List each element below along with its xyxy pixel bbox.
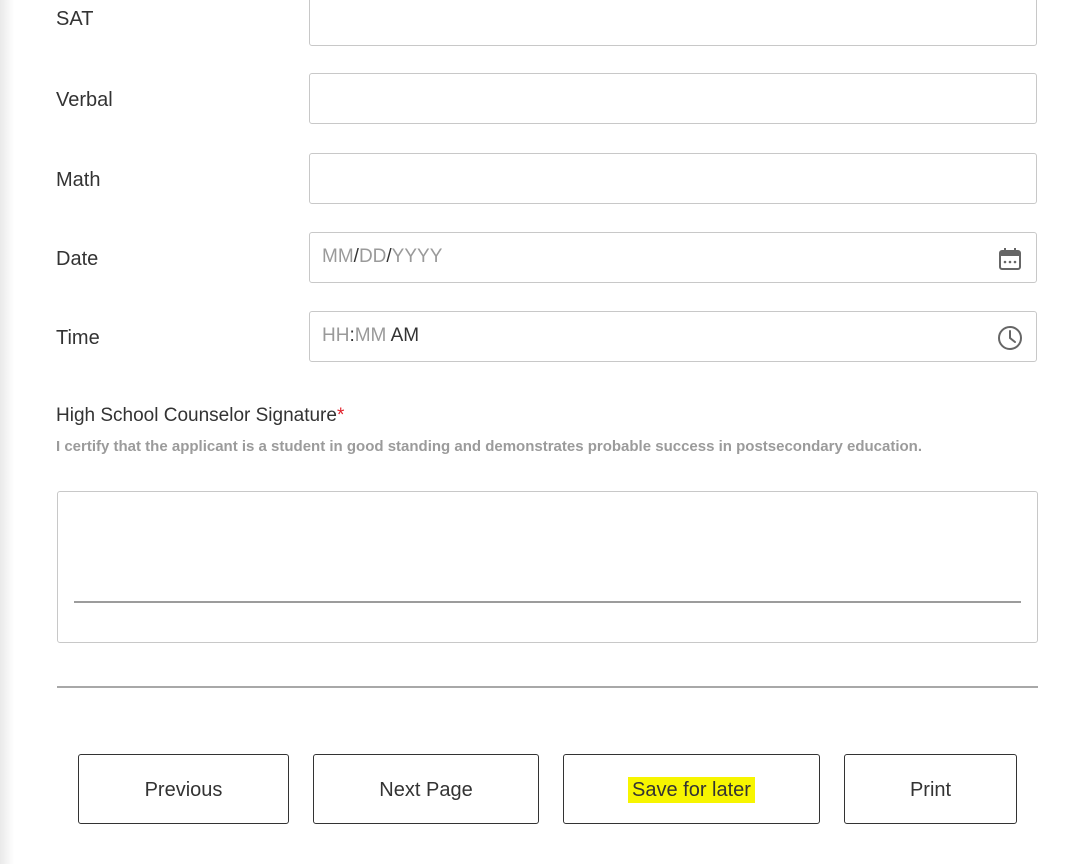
- date-placeholder: MM/DD/YYYY: [322, 246, 442, 268]
- sat-input[interactable]: [309, 0, 1037, 46]
- required-marker: *: [336, 405, 345, 426]
- signature-pad[interactable]: [57, 491, 1038, 643]
- page-edge-shadow: [0, 0, 14, 864]
- time-hour-placeholder: HH: [322, 325, 350, 346]
- signature-baseline: [74, 601, 1021, 603]
- time-placeholder: HH:MM AM: [322, 325, 419, 347]
- next-page-button[interactable]: Next Page: [313, 754, 539, 824]
- time-label: Time: [56, 327, 100, 349]
- calendar-icon[interactable]: [996, 245, 1024, 273]
- verbal-label: Verbal: [56, 89, 113, 111]
- date-month-placeholder: MM: [322, 246, 354, 267]
- time-input[interactable]: HH:MM AM: [309, 311, 1037, 362]
- print-button[interactable]: Print: [844, 754, 1017, 824]
- clock-icon[interactable]: [996, 324, 1024, 352]
- signature-title-text: High School Counselor Signature: [56, 405, 337, 426]
- math-input[interactable]: [309, 153, 1037, 204]
- signature-help-text: I certify that the applicant is a studen…: [56, 438, 922, 455]
- time-minute-placeholder: MM: [354, 325, 387, 346]
- sat-label: SAT: [56, 8, 94, 30]
- previous-button[interactable]: Previous: [78, 754, 289, 824]
- date-year-placeholder: YYYY: [391, 246, 443, 267]
- time-ampm[interactable]: AM: [391, 325, 420, 346]
- date-label: Date: [56, 248, 99, 270]
- save-for-later-button[interactable]: Save for later: [563, 754, 820, 824]
- signature-title: High School Counselor Signature*: [56, 405, 344, 427]
- section-divider: [57, 686, 1038, 688]
- math-label: Math: [56, 169, 101, 191]
- date-day-placeholder: DD: [358, 246, 387, 267]
- save-for-later-label: Save for later: [628, 777, 755, 803]
- date-input[interactable]: MM/DD/YYYY: [309, 232, 1037, 283]
- verbal-input[interactable]: [309, 73, 1037, 124]
